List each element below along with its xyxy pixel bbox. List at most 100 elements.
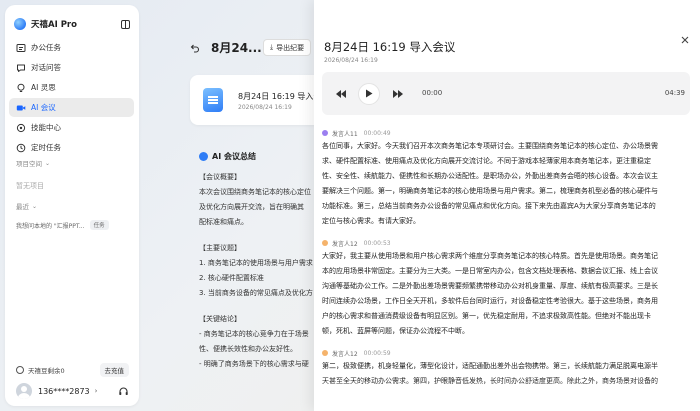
sidebar-item-label: AI 灵思 (31, 83, 56, 92)
recent-label: 最近 (16, 203, 29, 211)
project-space-toggle[interactable]: 项目空间 ⌄ (16, 158, 51, 169)
transcript-line: 第二，极致便携，机身轻量化，薄型化设计，适配通勤出差外出会物携带。第三，长续航能… (322, 362, 658, 370)
back-icon[interactable] (190, 43, 200, 53)
transcript-line: 功能标准。第三，总结当前商务办公设备的常见痛点和优化方向。接下来先由嘉宾A为大家… (322, 202, 656, 210)
panel-title: 8月24日 16:19 导入会议 (324, 40, 456, 54)
avatar[interactable] (16, 383, 32, 399)
summary-line: 配标准和痛点。 (199, 218, 248, 226)
app-title: 天禧AI Pro (31, 20, 77, 30)
sidebar-item-chat[interactable]: 对话问答 (9, 58, 134, 77)
transcript: 发言人11 00:00:49 各位同事，大家好。今天我们召开本次商务笔记本专项研… (322, 127, 690, 389)
chevron-down-icon: ⌄ (32, 202, 38, 210)
no-project-text: 暂无项目 (16, 182, 44, 190)
ai-summary: AI 会议总结 【会议概要】 本次会议围绕商务笔记本的核心定位 及优化方向展开交… (199, 151, 329, 372)
sidebar-header: 天禧AI Pro (14, 16, 130, 32)
speaker-name[interactable]: 发言人12 (332, 239, 358, 248)
chevron-down-icon: ⌄ (45, 159, 51, 167)
skills-icon (16, 123, 26, 133)
transcript-line: 大家好，我主要从使用场景和用户核心需求两个维度分享商务笔记本的核心特质。首先是使… (322, 252, 658, 260)
chat-icon (16, 63, 26, 73)
transcript-line: 各位同事，大家好。今天我们召开本次商务笔记本专项研讨会。主要围绕商务笔记本的核心… (322, 142, 658, 150)
speaker-name[interactable]: 发言人11 (332, 129, 358, 138)
fast-forward-icon (393, 89, 403, 98)
sidebar-item-idea[interactable]: AI 灵思 (9, 78, 134, 97)
speaker-dot-icon (322, 130, 328, 136)
play-icon (366, 89, 373, 98)
sidebar-item-skills[interactable]: 技能中心 (9, 118, 134, 137)
transcript-line: 性、安全性、续航能力、便携性和长期办公适配性。是职场办公，外勤出差商务会晤的核心… (322, 172, 658, 180)
transcript-line: 天甚至全天的移动办公需求。第四，护眼静音低发热，长时间办公舒适度更高。除此之外，… (322, 377, 658, 385)
office-task-icon (16, 43, 26, 53)
idea-icon (16, 83, 26, 93)
summary-line: 【主要议题】 (199, 244, 241, 252)
fast-forward-button[interactable] (392, 72, 404, 115)
document-icon (203, 88, 223, 112)
summary-line: 性、便携长效性和办公友好性。 (199, 345, 297, 353)
summary-line: - 明确了商务场景下的核心需求与硬 (199, 360, 309, 368)
rewind-icon (336, 89, 346, 98)
play-button[interactable] (358, 72, 380, 115)
sidebar-item-scheduled[interactable]: 定时任务 (9, 138, 134, 157)
meeting-file-date: 2026/08/24 16:19 (238, 104, 292, 111)
transcript-line: 时间连续办公场景，工作日全天开机，多软件后台同时运行，对设备稳定性考验很大。基于… (322, 297, 658, 305)
sidebar-item-office-task[interactable]: 办公任务 (9, 38, 134, 57)
total-time: 04:39 (664, 89, 685, 97)
summary-line: 及优化方向展开交流，旨在明确其 (199, 203, 304, 211)
sidebar-item-label: 对话问答 (31, 63, 61, 72)
export-label: 导出纪要 (276, 43, 305, 52)
recharge-button[interactable]: 去充值 (99, 363, 129, 377)
balance-text: 天禧豆剩余0 (28, 367, 65, 375)
recent-item-badge: 任务 (89, 220, 109, 230)
sidebar-item-meeting[interactable]: AI 会议 (9, 98, 134, 117)
transcript-line: 求、硬件配置标准、使用痛点及优化方向展开交流讨论。不同于游戏本轻薄家用本商务笔记… (322, 157, 651, 165)
summary-line: 【会议概要】 (199, 173, 241, 181)
transcript-segment: 发言人12 00:00:53 大家好，我主要从使用场景和用户核心需求两个维度分享… (322, 237, 690, 339)
meeting-icon (16, 103, 26, 113)
recent-toggle[interactable]: 最近 ⌄ (16, 201, 38, 212)
app-logo-icon (14, 18, 26, 30)
recent-item[interactable]: 我想问本地的 "汇报PPT... 任务 (16, 220, 109, 230)
sidebar: 天禧AI Pro 办公任务 对话问答 AI 灵思 AI 会议 技能中心 定时任务… (5, 5, 139, 406)
transcript-line: 顿，死机、蓝屏等问题，保证办公流程不中断。 (322, 327, 469, 335)
transcript-line: 要解决三个问题。第一，明确商务笔记本的核心使用场景与用户需求。第二，梳理商务机型… (322, 187, 658, 195)
transcript-segment: 发言人12 00:00:59 第二，极致便携，机身轻量化，薄型化设计，适配通勤出… (322, 347, 690, 389)
chevron-right-icon: › (94, 387, 98, 395)
transcript-line: 沟通等基础办公工作。二是外勤出差场景需要频繁携带移动办公对机身重量、厚度、续航有… (322, 282, 658, 290)
transcript-segment: 发言人11 00:00:49 各位同事，大家好。今天我们召开本次商务笔记本专项研… (322, 127, 690, 229)
speaker-name[interactable]: 发言人12 (332, 349, 358, 358)
speaker-time[interactable]: 00:00:49 (364, 130, 391, 137)
rewind-button[interactable] (335, 72, 347, 115)
user-row[interactable]: 136****2873 › (16, 382, 129, 400)
summary-line: 2. 核心硬件配置标准 (199, 274, 264, 282)
balance-row: 天禧豆剩余0 去充值 (16, 363, 129, 377)
project-space-label: 项目空间 (16, 160, 42, 168)
user-phone: 136****2873 (38, 386, 90, 396)
speaker-time[interactable]: 00:00:53 (364, 240, 391, 247)
summary-line: 【关键结论】 (199, 315, 241, 323)
ai-icon (199, 152, 208, 161)
close-icon[interactable] (681, 36, 689, 44)
summary-line: 3. 当前商务设备的常见痛点及优化方 (199, 289, 313, 297)
export-summary-button[interactable]: ⤓ 导出纪要 (263, 39, 312, 56)
summary-line: 本次会议围绕商务笔记本的核心定位 (199, 188, 311, 196)
headset-icon[interactable] (118, 386, 129, 397)
audio-player: 00:00 04:39 (322, 72, 690, 115)
transcript-line: 本的应用场景非常固定。主要分为三大类。一是日常室内办公，包含文档处理表格、数据会… (322, 267, 658, 275)
ai-summary-header: AI 会议总结 (199, 151, 329, 162)
speaker-dot-icon (322, 240, 328, 246)
ai-summary-title: AI 会议总结 (212, 152, 256, 161)
download-icon: ⤓ (270, 43, 274, 51)
sidebar-item-label: 办公任务 (31, 43, 61, 52)
sidebar-item-label: 技能中心 (31, 123, 61, 132)
sidebar-item-label: AI 会议 (31, 103, 56, 112)
document-title: 8月24... (211, 41, 262, 55)
sidebar-nav: 办公任务 对话问答 AI 灵思 AI 会议 技能中心 定时任务 (9, 38, 134, 158)
summary-line: 1. 商务笔记本的使用场景与用户需求 (199, 259, 313, 267)
sidebar-item-label: 定时任务 (31, 143, 61, 152)
sidebar-toggle-icon[interactable] (121, 19, 130, 29)
current-time: 00:00 (422, 89, 443, 97)
transcript-line: 定位与核心需求。有请大家好。 (322, 217, 420, 225)
transcript-line: 户的核心需求和普通消费级设备有明显区别。第一，优先稳定耐用，不追求极致高性能。但… (322, 312, 651, 320)
panel-date: 2026/08/24 16:19 (324, 57, 378, 64)
speaker-time[interactable]: 00:00:59 (364, 350, 391, 357)
